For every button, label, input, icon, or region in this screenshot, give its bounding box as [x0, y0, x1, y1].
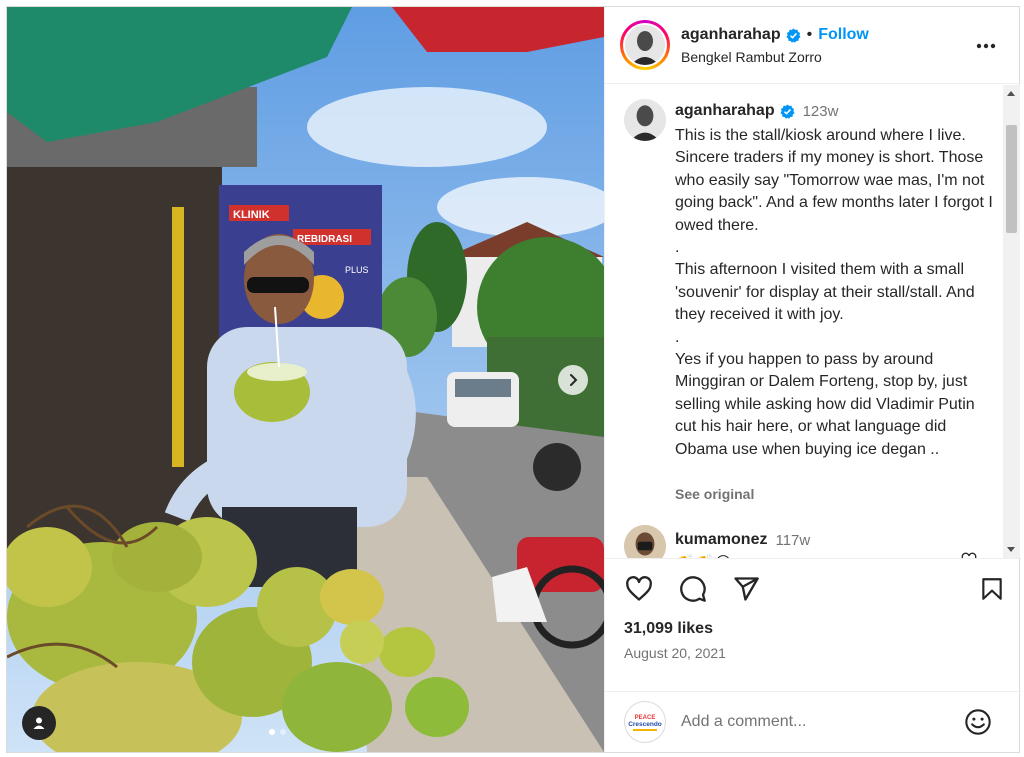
location-link[interactable]: Bengkel Rambut Zorro	[681, 49, 822, 65]
avatar-logo-image: PEACE Crescendo	[628, 715, 662, 731]
author-username[interactable]: aganharahap	[681, 26, 781, 44]
emoji-picker-button[interactable]	[964, 708, 992, 741]
like-button[interactable]	[624, 574, 654, 604]
comment-username[interactable]: kumamonez	[675, 531, 767, 549]
paper-plane-icon	[734, 577, 759, 601]
verified-badge-icon	[786, 27, 801, 43]
comment-bubble-icon	[680, 576, 706, 602]
scroll-down-arrow-icon[interactable]	[1007, 547, 1015, 552]
heart-icon	[626, 576, 652, 601]
emoji-smiley-icon	[965, 709, 991, 735]
bookmark-icon	[982, 578, 1002, 600]
avatar-image	[624, 525, 666, 558]
tagged-users-button[interactable]	[22, 706, 56, 740]
post-header: aganharahap • Follow Bengkel Rambut Zorr…	[605, 7, 1021, 84]
header-user-line: aganharahap • Follow	[681, 26, 869, 44]
post-actions: 31,099 likes August 20, 2021	[605, 558, 1021, 691]
caption-text: This is the stall/kiosk around where I l…	[675, 127, 993, 458]
caption-header: aganharahap 123w	[675, 102, 838, 120]
carousel-dot-active	[269, 729, 275, 735]
banner-text-2: REBIDRASI	[297, 234, 352, 245]
more-options-button[interactable]	[973, 34, 999, 58]
avatar-image	[625, 25, 665, 65]
save-button[interactable]	[977, 574, 1007, 604]
share-button[interactable]	[731, 574, 761, 604]
post-details-panel: aganharahap • Follow Bengkel Rambut Zorr…	[604, 7, 1021, 752]
comment-input[interactable]	[681, 710, 951, 734]
post-date[interactable]: August 20, 2021	[624, 645, 726, 661]
comment-timestamp[interactable]: 117w	[775, 532, 810, 549]
add-comment-bar: PEACE Crescendo	[605, 691, 1021, 752]
author-avatar[interactable]	[620, 20, 670, 70]
post-photo-image: KLINIK REBIDRASI PLUS	[7, 7, 604, 752]
chevron-right-icon	[570, 374, 578, 386]
banner-text-1: KLINIK	[233, 209, 270, 221]
comments-section[interactable]: aganharahap 123w This is the stall/kiosk…	[605, 85, 1021, 558]
scroll-up-arrow-icon[interactable]	[1007, 91, 1015, 96]
comment-avatar[interactable]	[624, 525, 666, 558]
follow-button[interactable]: Follow	[818, 26, 869, 44]
comments-scrollbar[interactable]	[1003, 85, 1020, 558]
post-photo[interactable]: KLINIK REBIDRASI PLUS	[7, 7, 604, 752]
current-user-avatar: PEACE Crescendo	[624, 701, 666, 743]
carousel-next-button[interactable]	[558, 365, 588, 395]
caption-avatar[interactable]	[624, 99, 666, 141]
verified-badge-icon	[780, 103, 795, 119]
instagram-post-modal: KLINIK REBIDRASI PLUS aganharahap • Foll…	[6, 6, 1021, 753]
avatar-image	[624, 99, 666, 141]
likes-count[interactable]: 31,099 likes	[624, 620, 713, 638]
comment-header: kumamonez 117w	[675, 531, 810, 549]
header-separator: •	[806, 26, 813, 43]
see-original-link[interactable]: See original	[675, 486, 754, 502]
caption-timestamp[interactable]: 123w	[803, 103, 839, 120]
carousel-dot	[280, 729, 286, 735]
carousel-indicator	[269, 729, 286, 735]
avatar-logo-line2: Crescendo	[628, 721, 662, 728]
banner-text-3: PLUS	[345, 265, 369, 275]
more-horizontal-icon	[976, 43, 996, 49]
user-tag-icon	[33, 717, 45, 729]
caption-username[interactable]: aganharahap	[675, 102, 775, 120]
comment-button[interactable]	[678, 574, 708, 604]
scrollbar-thumb[interactable]	[1006, 125, 1017, 233]
